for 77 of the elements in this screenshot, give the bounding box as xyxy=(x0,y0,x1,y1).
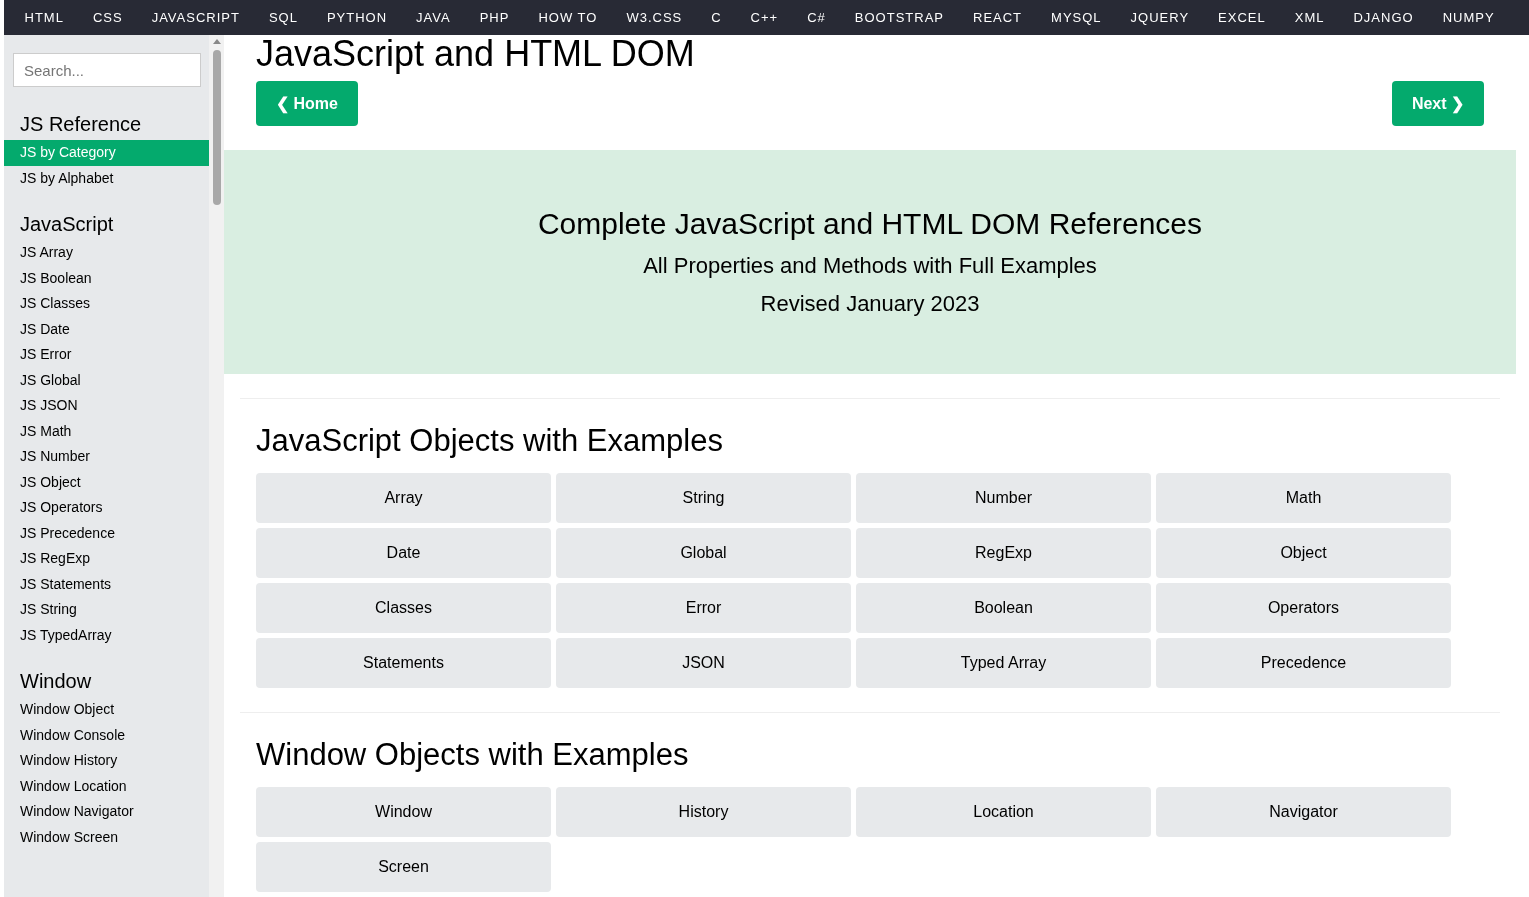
nav-link[interactable]: EXCEL xyxy=(1203,10,1281,25)
reference-link[interactable]: Math xyxy=(1156,473,1451,523)
sidebar-item[interactable]: JS Precedence xyxy=(4,520,209,546)
sidebar-item[interactable]: JS Math xyxy=(4,418,209,444)
sidebar-item[interactable]: Window Screen xyxy=(4,824,209,850)
sidebar-item[interactable]: JS Global xyxy=(4,367,209,393)
reference-link[interactable]: Typed Array xyxy=(856,638,1151,688)
sidebar-item[interactable]: JS Boolean xyxy=(4,265,209,291)
sidebar-item[interactable]: JS Array xyxy=(4,240,209,266)
reference-link[interactable]: Location xyxy=(856,787,1151,837)
nav-link[interactable]: C xyxy=(696,10,737,25)
reference-link[interactable]: Object xyxy=(1156,528,1451,578)
reference-link[interactable]: Boolean xyxy=(856,583,1151,633)
nav-link[interactable]: PHP xyxy=(465,10,524,25)
nav-link[interactable]: JAVA xyxy=(401,10,466,25)
reference-link[interactable]: Global xyxy=(556,528,851,578)
sidebar-item[interactable]: JS String xyxy=(4,597,209,623)
sidebar-item[interactable]: Window Location xyxy=(4,773,209,799)
nav-link[interactable]: HTML xyxy=(10,10,79,25)
sidebar-heading: Window xyxy=(19,669,93,694)
reference-link[interactable]: Operators xyxy=(1156,583,1451,633)
reference-link[interactable]: Navigator xyxy=(1156,787,1451,837)
nav-link[interactable]: HOW TO xyxy=(523,10,612,25)
revised-date: Revised January 2023 xyxy=(760,291,980,317)
reference-link[interactable]: Precedence xyxy=(1156,638,1451,688)
sidebar-item[interactable]: JS TypedArray xyxy=(4,622,209,648)
nav-link[interactable]: C++ xyxy=(736,10,793,25)
nav-link[interactable]: PYTHON xyxy=(312,10,402,25)
nav-link[interactable]: CSS xyxy=(78,10,138,25)
nav-link[interactable]: C# xyxy=(792,10,841,25)
nav-link[interactable]: JAVASCRIPT xyxy=(137,10,255,25)
nav-link[interactable]: BOOTSTRAP xyxy=(840,10,959,25)
reference-link[interactable]: History xyxy=(556,787,851,837)
sidebar-item[interactable]: JS JSON xyxy=(4,393,209,419)
nav-link[interactable]: W3.CSS xyxy=(611,10,697,25)
reference-link[interactable]: Screen xyxy=(256,842,551,892)
sidebar-item[interactable]: JS Date xyxy=(4,316,209,342)
section-heading: JavaScript Objects with Examples xyxy=(256,423,724,459)
banner-title: Complete JavaScript and HTML DOM References xyxy=(537,207,1203,241)
sidebar-item[interactable]: Window Console xyxy=(4,722,209,748)
nav-link[interactable]: DJANGO xyxy=(1338,10,1429,25)
reference-link[interactable]: Date xyxy=(256,528,551,578)
sidebar-heading: JavaScript xyxy=(19,212,115,237)
scroll-thumb[interactable] xyxy=(212,50,221,205)
sidebar-item[interactable]: JS Classes xyxy=(4,291,209,317)
search-field[interactable]: Search... xyxy=(13,53,201,87)
reference-link[interactable]: Number xyxy=(856,473,1151,523)
reference-link[interactable]: String xyxy=(556,473,851,523)
page-title: JavaScript and HTML DOM xyxy=(255,35,696,73)
sidebar-heading: JS Reference xyxy=(19,112,143,137)
nav-link[interactable]: JQUERY xyxy=(1116,10,1204,25)
section-heading: Window Objects with Examples xyxy=(256,737,690,773)
nav-link[interactable]: NUMPY xyxy=(1428,10,1510,25)
nav-link[interactable]: MYSQL xyxy=(1036,10,1117,25)
sidebar-item[interactable]: JS Operators xyxy=(4,495,209,521)
sidebar-item[interactable]: JS Object xyxy=(4,469,209,495)
reference-link[interactable]: Statements xyxy=(256,638,551,688)
scroll-up-icon[interactable] xyxy=(212,39,221,44)
reference-link[interactable]: Array xyxy=(256,473,551,523)
scrollbar[interactable] xyxy=(209,35,224,897)
reference-link[interactable]: RegExp xyxy=(856,528,1151,578)
reference-link[interactable]: Window xyxy=(256,787,551,837)
reference-link[interactable]: Error xyxy=(556,583,851,633)
reference-link[interactable]: JSON xyxy=(556,638,851,688)
banner-subtitle: All Properties and Methods with Full Examples xyxy=(643,253,1097,279)
reference-link[interactable]: Classes xyxy=(256,583,551,633)
sidebar-item[interactable]: JS RegExp xyxy=(4,546,209,572)
sidebar-item[interactable]: JS Number xyxy=(4,444,209,470)
sidebar-item[interactable]: Window Object xyxy=(4,697,209,723)
sidebar-item[interactable]: JS Statements xyxy=(4,571,209,597)
nav-link[interactable]: SQL xyxy=(254,10,313,25)
sidebar-item[interactable]: Window Navigator xyxy=(4,799,209,825)
sidebar-item[interactable]: JS by Alphabet xyxy=(4,165,209,191)
sidebar-item[interactable]: Window History xyxy=(4,748,209,774)
nav-link[interactable]: REACT xyxy=(958,10,1037,25)
sidebar-item[interactable]: JS Error xyxy=(4,342,209,368)
nav-link[interactable]: XML xyxy=(1280,10,1339,25)
